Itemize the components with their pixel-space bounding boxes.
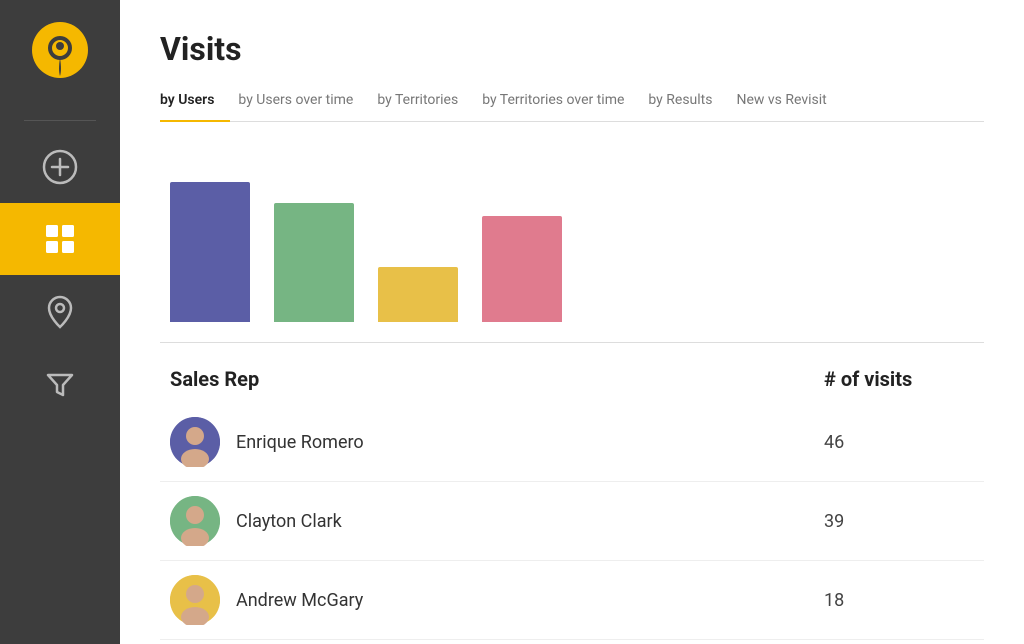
chart-area [160,142,984,343]
tab-bar: by Users by Users over time by Territori… [160,84,984,122]
col-header-visits: # of visits [824,367,974,391]
filter-icon [42,365,78,401]
rep-info: Enrique Romero [170,417,824,467]
sidebar-divider [24,120,96,121]
main-content: Visits by Users by Users over time by Te… [120,0,1024,644]
tab-by-results[interactable]: by Results [648,84,728,122]
table-row: Clayton Clark 39 [160,482,984,561]
table-body: Enrique Romero 46 Clayton Clark 39 Andrew … [160,403,984,644]
rep-name: Clayton Clark [236,511,342,532]
tab-by-users[interactable]: by Users [160,84,230,122]
chart-bar-andrew [378,267,458,322]
sidebar-item-dashboard[interactable] [0,203,120,275]
sidebar-logo[interactable] [30,20,90,80]
visit-count: 39 [824,511,974,532]
sidebar [0,0,120,644]
chart-bar-clayton [274,203,354,322]
table-row: Michael Francis35 [160,640,984,644]
sidebar-item-add[interactable] [0,131,120,203]
col-header-rep: Sales Rep [170,367,824,391]
chart-bar-michael [482,216,562,322]
table-header: Sales Rep # of visits [160,367,984,403]
tab-by-territories-time[interactable]: by Territories over time [482,84,640,122]
tab-by-territories[interactable]: by Territories [377,84,474,122]
visit-count: 18 [824,590,974,611]
rep-name: Andrew McGary [236,590,363,611]
visit-count: 46 [824,432,974,453]
table-row: Enrique Romero 46 [160,403,984,482]
chart-bar-enrique [170,182,250,322]
tab-by-users-time[interactable]: by Users over time [238,84,369,122]
avatar [170,575,220,625]
rep-name: Enrique Romero [236,432,364,453]
plus-icon [42,149,78,185]
tab-new-vs-revisit[interactable]: New vs Revisit [736,84,842,122]
bar-chart [160,162,984,322]
rep-info: Andrew McGary [170,575,824,625]
avatar [170,417,220,467]
avatar [170,496,220,546]
rep-info: Clayton Clark [170,496,824,546]
sidebar-item-location[interactable] [0,275,120,347]
location-icon [42,293,78,329]
grid-icon [42,221,78,257]
page-title: Visits [160,30,984,68]
table-row: Andrew McGary 18 [160,561,984,640]
sidebar-item-filter[interactable] [0,347,120,419]
